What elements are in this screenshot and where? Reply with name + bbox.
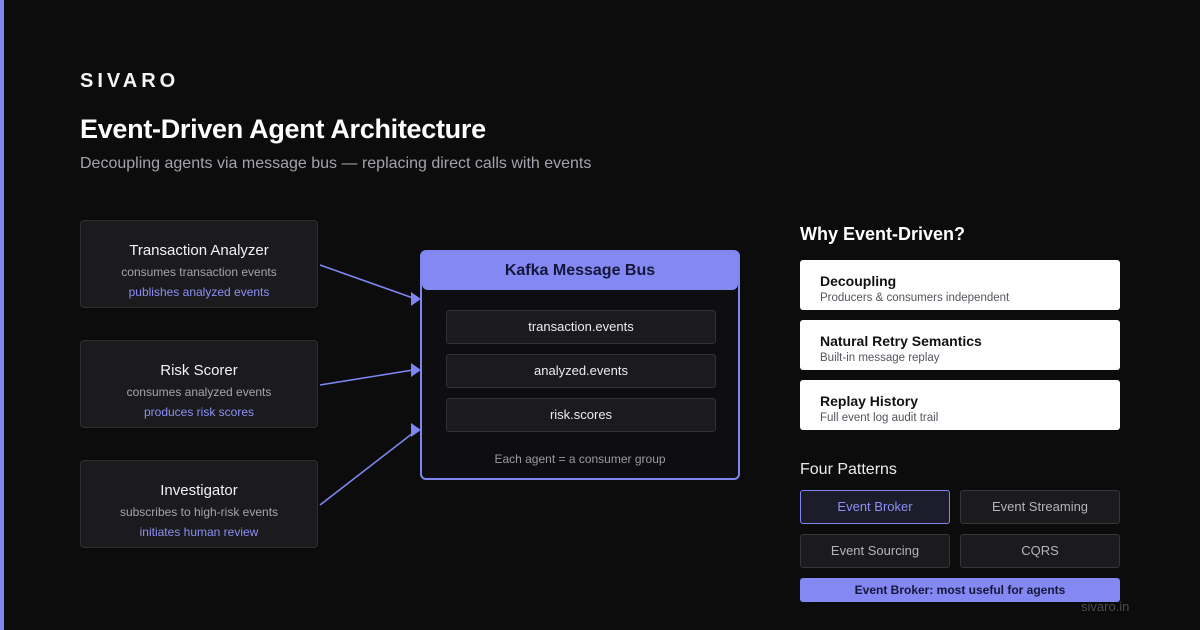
benefit-desc: Full event log audit trail	[820, 412, 939, 424]
agent-consumes: consumes analyzed events	[126, 385, 272, 399]
agent-emits: publishes analyzed events	[128, 285, 270, 299]
pattern-event-sourcing[interactable]: Event Sourcing	[800, 534, 950, 568]
page-title: Event-Driven Agent Architecture	[80, 114, 486, 144]
accent-bar	[0, 0, 4, 630]
agent-emits: initiates human review	[139, 525, 259, 539]
benefit-desc: Built-in message replay	[820, 352, 940, 364]
agent-card-transaction-analyzer: Transaction Analyzer consumes transactio…	[80, 220, 318, 308]
agent-consumes: consumes transaction events	[121, 265, 277, 279]
patterns-heading: Four Patterns	[800, 461, 897, 478]
pattern-highlight-badge: Event Broker: most useful for agents	[800, 578, 1120, 602]
arrow-risk-scorer	[319, 369, 414, 386]
benefit-card-replay: Replay History Full event log audit trai…	[800, 380, 1120, 430]
agent-card-investigator: Investigator subscribes to high-risk eve…	[80, 460, 318, 548]
bus-title: Kafka Message Bus	[422, 252, 738, 290]
benefit-title: Decoupling	[820, 273, 897, 289]
arrow-transaction-analyzer	[319, 264, 414, 299]
benefit-card-retry: Natural Retry Semantics Built-in message…	[800, 320, 1120, 370]
arrow-investigator	[319, 432, 414, 506]
topic-analyzed-events: analyzed.events	[446, 354, 716, 388]
pattern-event-broker[interactable]: Event Broker	[800, 490, 950, 524]
benefit-title: Replay History	[820, 393, 919, 409]
why-heading: Why Event-Driven?	[800, 224, 966, 244]
benefit-title: Natural Retry Semantics	[820, 333, 982, 349]
agent-consumes: subscribes to high-risk events	[119, 505, 279, 519]
agent-name: Transaction Analyzer	[129, 242, 269, 259]
pattern-event-streaming[interactable]: Event Streaming	[960, 490, 1120, 524]
topic-transaction-events: transaction.events	[446, 310, 716, 344]
brand-logo: SIVARO	[80, 70, 180, 92]
message-bus: Kafka Message Bus transaction.events ana…	[420, 250, 740, 480]
agent-emits: produces risk scores	[143, 405, 255, 419]
agent-name: Investigator	[160, 482, 238, 499]
footer-url: sivaro.in	[1081, 599, 1130, 614]
bus-footnote: Each agent = a consumer group	[494, 452, 666, 466]
agent-name: Risk Scorer	[160, 362, 238, 379]
agent-card-risk-scorer: Risk Scorer consumes analyzed events pro…	[80, 340, 318, 428]
benefit-desc: Producers & consumers independent	[820, 292, 1010, 304]
topic-risk-scores: risk.scores	[446, 398, 716, 432]
pattern-cqrs[interactable]: CQRS	[960, 534, 1120, 568]
benefit-card-decoupling: Decoupling Producers & consumers indepen…	[800, 260, 1120, 310]
page-subtitle: Decoupling agents via message bus — repl…	[80, 155, 592, 172]
